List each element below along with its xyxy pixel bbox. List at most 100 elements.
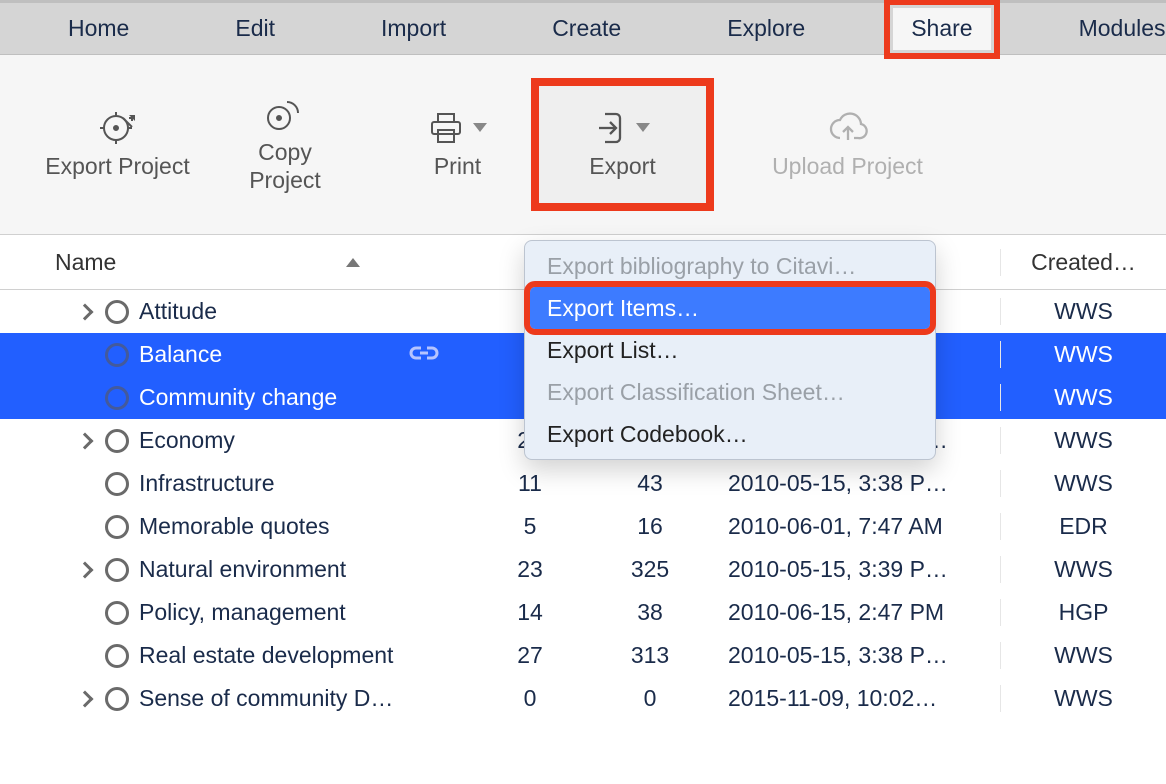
upload-project-button[interactable]: Upload Project [740,82,955,207]
export-label: Export [589,153,655,181]
row-created-by: WWS [1000,427,1166,454]
row-date: 2010-06-15, 2:47 PM [720,599,1000,626]
row-created-by: WWS [1000,685,1166,712]
dropdown-caret-icon [473,123,487,132]
row-date: 2010-05-15, 3:38 P… [720,642,1000,669]
row-created-by: WWS [1000,298,1166,325]
column-header-name-label: Name [55,249,116,276]
print-label: Print [434,153,481,181]
row-date: 2015-11-09, 10:02… [720,685,1000,712]
table-row[interactable]: Policy, management 14382010-06-15, 2:47 P… [0,591,1166,634]
menu-explore[interactable]: Explore [709,8,823,50]
row-name-label: Sense of community D… [139,685,393,712]
table-row[interactable]: Real estate development273132010-05-15, … [0,634,1166,677]
menu-create[interactable]: Create [534,8,639,50]
row-name-cell: Attitude [0,298,480,325]
row-count2: 0 [580,685,720,712]
node-circle-icon [105,558,129,582]
row-created-by: WWS [1000,470,1166,497]
node-circle-icon [105,343,129,367]
row-count1: 11 [480,470,580,497]
print-button[interactable]: Print [390,82,525,207]
row-count2: 38 [580,599,720,626]
node-circle-icon [105,386,129,410]
copy-project-icon [265,95,305,133]
node-circle-icon [105,687,129,711]
column-header-name[interactable]: Name [0,249,480,276]
row-date: 2010-06-01, 7:47 AM [720,513,1000,540]
row-name-label: Economy [139,427,235,454]
row-name-label: Infrastructure [139,470,275,497]
table-row[interactable]: Natural environment233252010-05-15, 3:39… [0,548,1166,591]
export-project-button[interactable]: Export Project [40,82,195,207]
row-name-cell: Natural environment [0,556,480,583]
menubar: Home Edit Import Create Explore Share Mo… [0,0,1166,55]
export-icon [596,109,650,147]
row-name-label: Balance [139,341,222,368]
row-created-by: EDR [1000,513,1166,540]
row-count1: 14 [480,599,580,626]
table-row[interactable]: Memorable quotes5162010-06-01, 7:47 AMED… [0,505,1166,548]
expand-chevron-icon[interactable] [77,303,94,320]
row-name-cell: Sense of community D… [0,685,480,712]
row-name-label: Memorable quotes [139,513,330,540]
row-count2: 325 [580,556,720,583]
row-name-cell: Policy, management [0,599,480,626]
row-created-by: HGP [1000,599,1166,626]
copy-project-label: Copy Project [220,139,350,194]
expand-chevron-icon[interactable] [77,561,94,578]
link-icon [408,341,440,368]
export-button[interactable]: Export [535,82,710,207]
export-project-label: Export Project [45,153,189,181]
row-count2: 16 [580,513,720,540]
row-created-by: WWS [1000,642,1166,669]
export-list-item[interactable]: Export List… [525,329,935,371]
dropdown-caret-icon [636,123,650,132]
menu-edit[interactable]: Edit [217,8,293,50]
toolbar: Export Project Copy Project Print [0,55,1166,235]
export-codebook-item[interactable]: Export Codebook… [525,413,935,455]
row-created-by: WWS [1000,384,1166,411]
cloud-upload-icon [828,109,868,147]
row-name-cell: Memorable quotes [0,513,480,540]
node-circle-icon [105,472,129,496]
menu-share[interactable]: Share [893,8,990,50]
row-name-label: Real estate development [139,642,393,669]
row-name-label: Policy, management [139,599,346,626]
row-count1: 23 [480,556,580,583]
node-circle-icon [105,644,129,668]
row-name-label: Community change [139,384,337,411]
export-project-icon [100,109,136,147]
menu-modules[interactable]: Modules [1061,8,1166,50]
row-created-by: WWS [1000,341,1166,368]
menu-import[interactable]: Import [363,8,464,50]
copy-project-button[interactable]: Copy Project [220,82,350,207]
table-row[interactable]: Infrastructure11432010-05-15, 3:38 P…WWS [0,462,1166,505]
row-date: 2010-05-15, 3:38 P… [720,470,1000,497]
sort-ascending-icon [346,258,360,267]
column-header-created[interactable]: Created… [1000,249,1166,276]
export-dropdown: Export bibliography to Citavi… Export It… [524,240,936,460]
expand-chevron-icon[interactable] [77,432,94,449]
row-name-cell: Real estate development [0,642,480,669]
node-circle-icon [105,515,129,539]
row-name-cell: Community change [0,384,480,411]
upload-project-label: Upload Project [772,153,923,181]
row-name-cell: Infrastructure [0,470,480,497]
row-name-cell: Balance [0,341,480,368]
row-created-by: WWS [1000,556,1166,583]
row-name-label: Attitude [139,298,217,325]
print-icon [429,109,487,147]
export-items-item[interactable]: Export Items… [530,287,930,329]
node-circle-icon [105,429,129,453]
node-circle-icon [105,300,129,324]
row-name-cell: Economy [0,427,480,454]
export-bibliography-citavi-item: Export bibliography to Citavi… [525,245,935,287]
row-count1: 0 [480,685,580,712]
table-row[interactable]: Sense of community D…002015-11-09, 10:02… [0,677,1166,720]
expand-chevron-icon[interactable] [77,690,94,707]
menu-home[interactable]: Home [50,8,147,50]
node-circle-icon [105,601,129,625]
row-count2: 313 [580,642,720,669]
row-date: 2010-05-15, 3:39 P… [720,556,1000,583]
